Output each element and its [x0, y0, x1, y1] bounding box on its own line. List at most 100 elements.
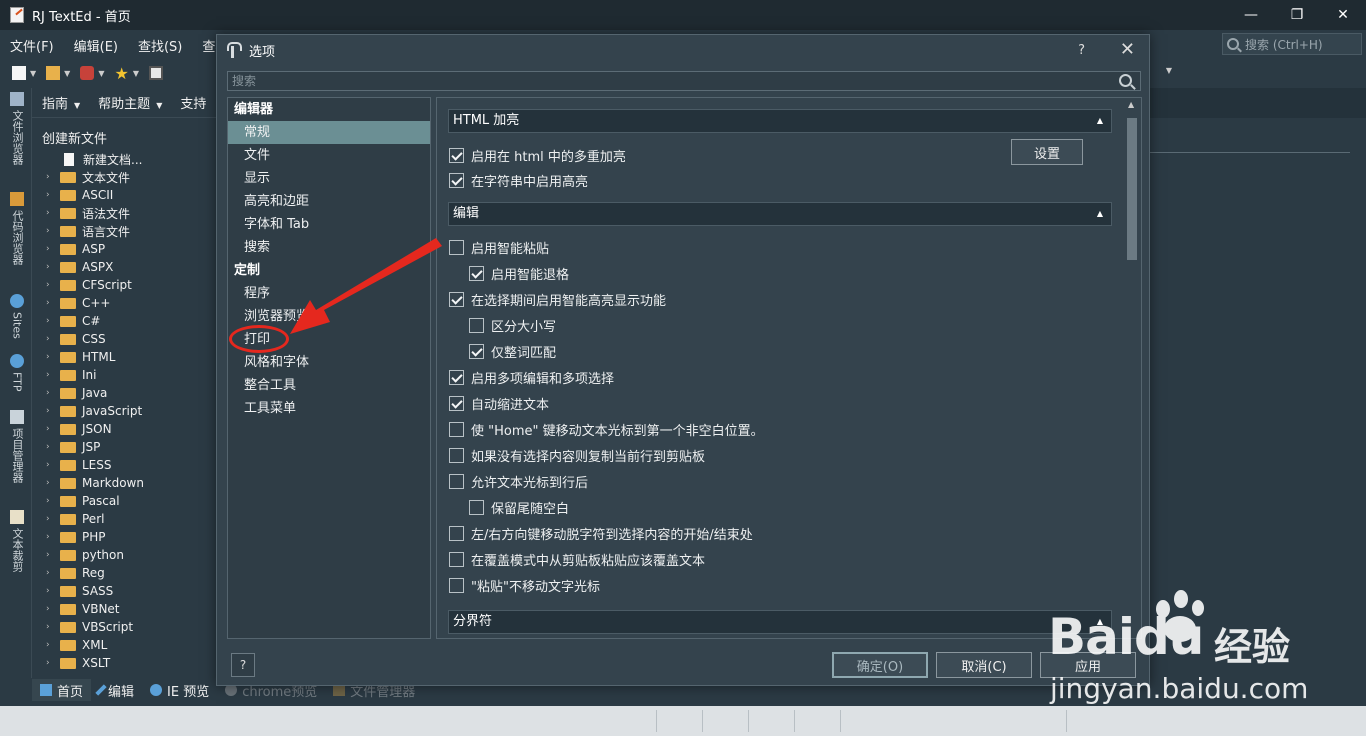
- tree-item-folder[interactable]: › C++: [32, 294, 216, 312]
- expand-chevron-icon[interactable]: ›: [46, 388, 56, 398]
- save-icon[interactable]: [148, 66, 163, 80]
- checkbox[interactable]: [449, 369, 464, 385]
- expand-chevron-icon[interactable]: ›: [46, 352, 56, 362]
- expand-chevron-icon[interactable]: ›: [46, 208, 56, 218]
- checkbox[interactable]: [449, 172, 464, 188]
- expand-chevron-icon[interactable]: ›: [46, 514, 56, 524]
- close-icon[interactable]: ✕: [1120, 39, 1135, 60]
- category-item[interactable]: 字体和 Tab: [228, 213, 430, 236]
- side-tab-ftp[interactable]: FTP: [6, 354, 28, 392]
- tree-item-folder[interactable]: › Reg: [32, 564, 216, 582]
- expand-chevron-icon[interactable]: ›: [46, 532, 56, 542]
- menu-find[interactable]: 查找(S): [128, 36, 192, 55]
- tree-item-folder[interactable]: › JSP: [32, 438, 216, 456]
- expand-chevron-icon[interactable]: ›: [46, 478, 56, 488]
- checkbox[interactable]: [449, 525, 464, 541]
- option-multi-highlight[interactable]: 启用在 html 中的多重加亮: [449, 145, 626, 165]
- side-tab-text-clips[interactable]: 文本裁剪: [6, 510, 28, 572]
- checkbox[interactable]: [469, 499, 484, 515]
- minimize-button[interactable]: —: [1228, 0, 1274, 30]
- edit-option[interactable]: 仅整词匹配: [469, 341, 556, 361]
- checkbox[interactable]: [449, 395, 464, 411]
- expand-chevron-icon[interactable]: ›: [46, 298, 56, 308]
- expand-chevron-icon[interactable]: ›: [46, 442, 56, 452]
- tab-edit[interactable]: 编辑: [91, 679, 142, 701]
- category-item[interactable]: 文件: [228, 144, 430, 167]
- checkbox[interactable]: [469, 317, 484, 333]
- menu-file[interactable]: 文件(F): [0, 36, 64, 55]
- edit-option[interactable]: 保留尾随空白: [469, 497, 569, 517]
- edit-option[interactable]: 启用智能粘贴: [449, 237, 549, 257]
- checkbox[interactable]: [469, 265, 484, 281]
- edit-option[interactable]: 自动缩进文本: [449, 393, 549, 413]
- star-icon[interactable]: ★: [114, 64, 128, 83]
- expand-chevron-icon[interactable]: ›: [46, 586, 56, 596]
- expand-chevron-icon[interactable]: ›: [46, 244, 56, 254]
- tree-item-folder[interactable]: › JSON: [32, 420, 216, 438]
- checkbox[interactable]: [449, 147, 464, 163]
- tab-support[interactable]: 支持: [170, 93, 214, 112]
- tree-item-folder[interactable]: › CSS: [32, 330, 216, 348]
- tree-item-folder[interactable]: › Perl: [32, 510, 216, 528]
- edit-option[interactable]: 左/右方向键移动脱字符到选择内容的开始/结束处: [449, 523, 753, 543]
- expand-chevron-icon[interactable]: ›: [46, 460, 56, 470]
- menu-edit[interactable]: 编辑(E): [64, 36, 128, 55]
- expand-chevron-icon[interactable]: ›: [46, 172, 56, 182]
- tree-item-new-document[interactable]: 新建文档...: [32, 150, 216, 168]
- tree-item-folder[interactable]: › ASPX: [32, 258, 216, 276]
- tree-item-folder[interactable]: › Java: [32, 384, 216, 402]
- section-separator[interactable]: 分界符 ▲: [448, 610, 1112, 634]
- tab-help-topics[interactable]: 帮助主题 ▼: [88, 93, 170, 112]
- tree-item-folder[interactable]: › ASP: [32, 240, 216, 258]
- edit-option[interactable]: "粘贴"不移动文字光标: [449, 575, 600, 595]
- dropdown-arrow-icon[interactable]: ▼: [133, 69, 139, 78]
- expand-chevron-icon[interactable]: ›: [46, 226, 56, 236]
- expand-chevron-icon[interactable]: ›: [46, 658, 56, 668]
- category-item[interactable]: 风格和字体: [228, 351, 430, 374]
- edit-option[interactable]: 区分大小写: [469, 315, 556, 335]
- tree-item-folder[interactable]: › C#: [32, 312, 216, 330]
- tree-item-folder[interactable]: › 文本文件: [32, 168, 216, 186]
- checkbox[interactable]: [449, 473, 464, 489]
- edit-option[interactable]: 如果没有选择内容则复制当前行到剪贴板: [449, 445, 705, 465]
- expand-chevron-icon[interactable]: ›: [46, 550, 56, 560]
- expand-chevron-icon[interactable]: ›: [46, 640, 56, 650]
- tree-item-folder[interactable]: › VBNet: [32, 600, 216, 618]
- checkbox[interactable]: [449, 447, 464, 463]
- side-tab-file-browser[interactable]: 文件浏览器: [6, 92, 28, 165]
- section-html-highlight[interactable]: HTML 加亮 ▲: [448, 109, 1112, 133]
- tree-item-folder[interactable]: › 语言文件: [32, 222, 216, 240]
- dropdown-arrow-icon[interactable]: ▼: [1166, 66, 1172, 75]
- app-search-input[interactable]: 搜索 (Ctrl+H): [1222, 33, 1362, 55]
- tree-item-folder[interactable]: › Pascal: [32, 492, 216, 510]
- tab-guide[interactable]: 指南 ▼: [32, 93, 88, 112]
- maximize-button[interactable]: ❐: [1274, 0, 1320, 30]
- option-string-highlight[interactable]: 在字符串中启用高亮: [449, 170, 588, 190]
- expand-chevron-icon[interactable]: ›: [46, 604, 56, 614]
- category-item[interactable]: 常规: [228, 121, 430, 144]
- settings-button[interactable]: 设置: [1011, 139, 1083, 165]
- expand-chevron-icon[interactable]: ›: [46, 622, 56, 632]
- tree-item-folder[interactable]: › PHP: [32, 528, 216, 546]
- scroll-thumb[interactable]: [1127, 118, 1137, 260]
- cancel-button[interactable]: 取消(C): [936, 652, 1032, 678]
- tree-item-folder[interactable]: › XML: [32, 636, 216, 654]
- search-icon[interactable]: [1119, 74, 1132, 87]
- tree-item-folder[interactable]: › JavaScript: [32, 402, 216, 420]
- tree-item-folder[interactable]: › Ini: [32, 366, 216, 384]
- tree-item-folder[interactable]: › XSLT: [32, 654, 216, 672]
- tree-item-folder[interactable]: › VBScript: [32, 618, 216, 636]
- expand-chevron-icon[interactable]: ›: [46, 406, 56, 416]
- settings-scrollbar[interactable]: ▲: [1125, 98, 1139, 638]
- tree-item-folder[interactable]: › 语法文件: [32, 204, 216, 222]
- expand-chevron-icon[interactable]: ›: [46, 568, 56, 578]
- tree-item-folder[interactable]: › Markdown: [32, 474, 216, 492]
- expand-chevron-icon[interactable]: ›: [46, 262, 56, 272]
- expand-chevron-icon[interactable]: ›: [46, 190, 56, 200]
- expand-chevron-icon[interactable]: ›: [46, 334, 56, 344]
- tree-item-folder[interactable]: › ASCII: [32, 186, 216, 204]
- expand-chevron-icon[interactable]: ›: [46, 280, 56, 290]
- side-tab-sites[interactable]: Sites: [6, 294, 28, 339]
- tab-ie-preview[interactable]: IE 预览: [142, 679, 217, 701]
- checkbox[interactable]: [449, 421, 464, 437]
